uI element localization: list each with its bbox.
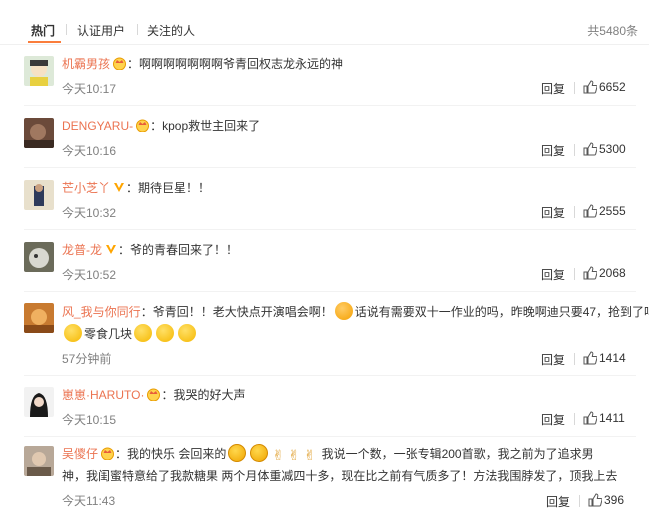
thinking-emoji-icon bbox=[156, 324, 175, 342]
avatar[interactable] bbox=[24, 242, 54, 272]
comment-divider bbox=[24, 105, 636, 106]
like-button[interactable]: 6652 bbox=[583, 80, 626, 94]
reply-button[interactable]: 回复 bbox=[541, 204, 565, 221]
comment-text: ：期待巨星！！ bbox=[126, 181, 211, 195]
like-count: 2555 bbox=[599, 204, 626, 218]
like-count: 2068 bbox=[599, 266, 626, 280]
comment-text-continued: 我说一个数，一张专辑200首歌，我之前为了追求男 bbox=[321, 447, 594, 461]
username[interactable]: 芒小芝丫 bbox=[62, 181, 110, 195]
avatar[interactable] bbox=[24, 446, 54, 476]
thumbs-up-icon bbox=[583, 142, 598, 156]
thinking-emoji-icon bbox=[134, 324, 153, 342]
username[interactable]: 风_我与你同行 bbox=[62, 305, 141, 319]
action-divider bbox=[579, 495, 580, 507]
comment-text-continued: 话说有需要双十一作业的吗，昨晚啊迪只要47，抢到了吗 bbox=[354, 305, 649, 319]
tab-divider bbox=[66, 24, 67, 35]
doge-emoji-icon bbox=[64, 324, 82, 342]
tab-hot[interactable]: 热门 bbox=[31, 22, 55, 39]
like-button[interactable]: 1411 bbox=[583, 411, 625, 425]
verified-v-icon bbox=[112, 179, 126, 201]
avatar[interactable] bbox=[24, 180, 54, 210]
action-divider bbox=[574, 353, 575, 365]
avatar[interactable] bbox=[24, 303, 54, 333]
tab-following[interactable]: 关注的人 bbox=[147, 22, 195, 39]
comment-text: ：爷的青春回来了！！ bbox=[118, 243, 239, 257]
like-count: 5300 bbox=[599, 142, 626, 156]
comment-text-continued: 神，我闺蜜特意给了我款糖果 两个月体重减四十多，现在比之前有气质多了！方法我围脖… bbox=[62, 469, 618, 483]
tab-divider bbox=[137, 24, 138, 35]
tabs-divider bbox=[0, 44, 649, 45]
username[interactable]: DENGYARU- bbox=[62, 119, 133, 133]
victory-hand-icon: ✌ bbox=[288, 447, 300, 463]
reply-button[interactable]: 回复 bbox=[541, 411, 565, 428]
crown-icon bbox=[135, 117, 150, 139]
thinking-emoji-icon bbox=[178, 324, 197, 342]
comment-time: 今天11:43 bbox=[62, 494, 116, 508]
username[interactable]: 龙普-龙 bbox=[62, 243, 102, 257]
comment-divider bbox=[24, 436, 636, 437]
comment-divider bbox=[24, 167, 636, 168]
reply-button[interactable]: 回复 bbox=[546, 493, 570, 510]
action-divider bbox=[574, 206, 575, 218]
like-button[interactable]: 2068 bbox=[583, 266, 626, 280]
thumbs-up-icon bbox=[583, 411, 598, 425]
like-count: 1411 bbox=[599, 411, 625, 425]
comment-time: 今天10:16 bbox=[62, 144, 117, 158]
reply-button[interactable]: 回复 bbox=[541, 351, 565, 368]
thumbs-up-icon bbox=[583, 266, 598, 280]
victory-hand-icon: ✌ bbox=[272, 447, 285, 463]
username[interactable]: 崽崽·HARUTO· bbox=[62, 388, 144, 402]
action-divider bbox=[574, 413, 575, 425]
comment-time: 今天10:32 bbox=[62, 206, 117, 220]
like-count: 6652 bbox=[599, 80, 626, 94]
comment-divider bbox=[24, 375, 636, 376]
action-divider bbox=[574, 82, 575, 94]
avatar[interactable] bbox=[24, 387, 54, 417]
crown-icon bbox=[100, 445, 115, 467]
avatar[interactable] bbox=[24, 118, 54, 148]
action-divider bbox=[574, 268, 575, 280]
username[interactable]: 机霸男孩 bbox=[62, 57, 110, 71]
comment-text: ：kpop救世主回来了 bbox=[150, 119, 261, 133]
avatar[interactable] bbox=[24, 56, 54, 86]
comment-text-continued: 零食几块 bbox=[84, 327, 133, 341]
action-divider bbox=[574, 144, 575, 156]
crown-icon bbox=[146, 386, 161, 408]
tab-verified-users[interactable]: 认证用户 bbox=[77, 22, 125, 39]
comment-tabs: 热门 认证用户 关注的人 共5480条 bbox=[0, 0, 649, 50]
thumbs-up-icon bbox=[583, 351, 598, 365]
reply-button[interactable]: 回复 bbox=[541, 142, 565, 159]
crown-icon bbox=[112, 55, 127, 77]
comment-time: 今天10:52 bbox=[62, 268, 117, 282]
comment-text: ：爷青回！！老大快点开演唱会啊！ bbox=[140, 305, 333, 319]
like-count: 396 bbox=[604, 493, 625, 507]
like-button[interactable]: 5300 bbox=[583, 142, 626, 156]
comment-text: ：啊啊啊啊啊啊啊爷青回权志龙永远的神 bbox=[127, 57, 344, 71]
reply-button[interactable]: 回复 bbox=[541, 80, 565, 97]
comment-time: 今天10:15 bbox=[62, 413, 117, 427]
thumbs-up-icon bbox=[583, 204, 598, 218]
laughing-emoji-icon bbox=[250, 444, 269, 462]
comment-time: 今天10:17 bbox=[62, 82, 117, 96]
active-tab-indicator bbox=[28, 41, 61, 43]
reply-button[interactable]: 回复 bbox=[541, 266, 565, 283]
comment-time: 57分钟前 bbox=[62, 352, 112, 366]
comment-text: ：我的快乐 会回来的 bbox=[115, 447, 227, 461]
like-button[interactable]: 2555 bbox=[583, 204, 626, 218]
username[interactable]: 吴儍仔 bbox=[62, 447, 98, 461]
verified-v-icon bbox=[104, 241, 118, 263]
thumbs-up-icon bbox=[588, 493, 603, 507]
comment-divider bbox=[24, 229, 636, 230]
kiss-emoji-icon bbox=[334, 302, 353, 320]
laughing-emoji-icon bbox=[228, 444, 247, 462]
victory-hand-icon: ✌ bbox=[303, 447, 316, 463]
total-count: 共5480条 bbox=[587, 24, 638, 38]
comment-divider bbox=[24, 291, 636, 292]
thumbs-up-icon bbox=[583, 80, 598, 94]
like-button[interactable]: 396 bbox=[588, 493, 624, 507]
like-count: 1414 bbox=[599, 351, 626, 365]
comment-text: ：我哭的好大声 bbox=[161, 388, 246, 402]
like-button[interactable]: 1414 bbox=[583, 351, 626, 365]
